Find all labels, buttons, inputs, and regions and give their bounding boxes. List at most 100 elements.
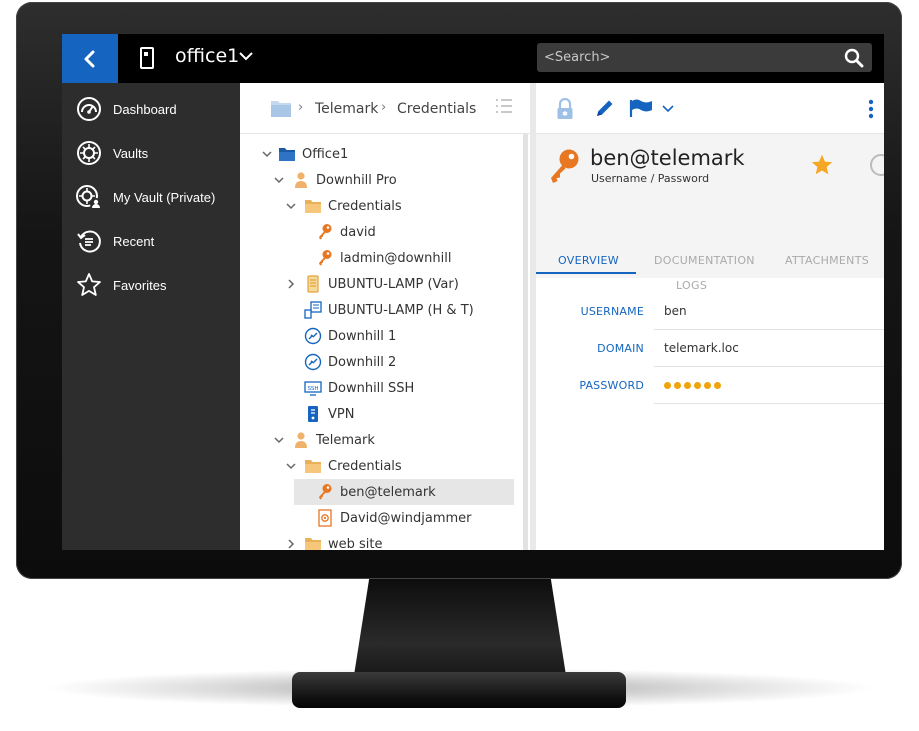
chevron-down-icon[interactable] (272, 173, 286, 187)
tree-item-downhill-2[interactable]: Downhill 2 (304, 349, 514, 375)
tree-item-credentials[interactable]: Credentials (284, 453, 514, 479)
more-vertical-icon[interactable] (868, 99, 874, 119)
sidebar-item-label: Dashboard (113, 101, 177, 117)
svg-text:SSH: SSH (307, 386, 318, 392)
star-icon (75, 271, 103, 299)
tree-item-david[interactable]: david (316, 219, 514, 245)
flag-icon[interactable] (629, 98, 655, 118)
chevron-right-icon[interactable] (284, 537, 298, 550)
tree-item-label: Office1 (302, 146, 349, 162)
tree-item-label: UBUNTU-LAMP (Var) (328, 276, 459, 292)
tree-item-office1[interactable]: Office1 (260, 141, 514, 167)
chevron-down-icon[interactable] (662, 104, 674, 113)
entry-toolbar (536, 83, 884, 134)
password-dot (684, 382, 691, 389)
breadcrumb-separator: › (381, 100, 387, 115)
tree-item-vpn[interactable]: VPN (304, 401, 514, 427)
tab-overview[interactable]: OVERVIEW (558, 254, 619, 267)
favorite-star-icon[interactable] (810, 153, 834, 177)
key-icon (316, 249, 334, 267)
tree-item-david-windjammer[interactable]: David@windjammer (316, 505, 514, 531)
folder-icon[interactable] (270, 98, 292, 118)
tree-item-downhill-pro[interactable]: Downhill Pro (272, 167, 514, 193)
vault-icon (140, 47, 154, 69)
tab-documentation[interactable]: DOCUMENTATION (654, 254, 755, 267)
sidebar-item-label: Recent (113, 233, 155, 249)
folder-icon (304, 457, 322, 475)
chevron-down-icon[interactable] (284, 199, 298, 213)
network-icon (304, 301, 322, 319)
tree-scrollbar[interactable] (523, 134, 528, 550)
folder-icon (304, 535, 322, 550)
company-icon (292, 431, 310, 449)
key-icon (316, 483, 334, 501)
folder-icon (304, 197, 322, 215)
sidebar-item-label: Favorites (113, 277, 167, 293)
active-tab-indicator (536, 272, 636, 274)
password-dot (694, 382, 701, 389)
tree-item-downhill-1[interactable]: Downhill 1 (304, 323, 514, 349)
tree-item-ubuntu-lamp-var[interactable]: UBUNTU-LAMP (Var) (284, 271, 514, 297)
chevron-down-icon[interactable] (238, 48, 254, 64)
breadcrumb-item[interactable]: Credentials (397, 101, 476, 117)
sidebar-item-label: Vaults (113, 145, 149, 161)
key-icon (316, 223, 334, 241)
tree-item-label: Downhill 2 (328, 354, 397, 370)
entry-header: ben@telemark Username / Password OVERVIE… (536, 134, 884, 292)
password-dot (714, 382, 721, 389)
field-value-domain[interactable]: telemark.loc (664, 341, 739, 355)
sidebar-item-dashboard[interactable]: Dashboard (62, 89, 240, 129)
tree-item-ubuntu-lamp-ht[interactable]: UBUNTU-LAMP (H & T) (304, 297, 514, 323)
monitor-stand-base (292, 672, 626, 708)
breadcrumb-item[interactable]: Telemark (315, 101, 378, 117)
breadcrumb-separator: › (298, 100, 304, 115)
chevron-down-icon[interactable] (272, 433, 286, 447)
tree-item-downhill-ssh[interactable]: SSH Downhill SSH (304, 375, 514, 401)
lock-icon[interactable] (556, 98, 574, 120)
tree-item-credentials[interactable]: Credentials (284, 193, 514, 219)
tree-item-label: web site (328, 536, 383, 551)
tree-item-web-site[interactable]: web site (284, 531, 514, 550)
edit-icon[interactable] (594, 97, 616, 119)
breadcrumb: › Telemark › Credentials (240, 83, 530, 134)
chevron-right-icon[interactable] (284, 277, 298, 291)
field-value-username[interactable]: ben (664, 304, 687, 318)
ssh-icon: SSH (304, 379, 322, 397)
tree-item-label: UBUNTU-LAMP (H & T) (328, 302, 474, 318)
chevron-left-icon (84, 50, 95, 67)
sidebar-item-recent[interactable]: Recent (62, 221, 240, 261)
sidebar-item-label: My Vault (Private) (113, 189, 216, 205)
field-value-password[interactable] (664, 382, 721, 389)
search-icon[interactable] (844, 48, 864, 68)
chevron-down-icon[interactable] (260, 147, 274, 161)
list-view-icon[interactable] (495, 98, 513, 114)
search-box (537, 43, 872, 72)
remote-desktop-icon (304, 327, 322, 345)
tree-item-label: Credentials (328, 198, 402, 214)
stage: office1 Dashboard (0, 0, 919, 731)
search-input[interactable] (537, 43, 827, 72)
back-button[interactable] (62, 34, 118, 83)
tree-item-telemark[interactable]: Telemark (272, 427, 514, 453)
tree-item-label: Credentials (328, 458, 402, 474)
field-label-password: PASSWORD (579, 379, 644, 392)
sidebar-item-favorites[interactable]: Favorites (62, 265, 240, 305)
tab-attachments[interactable]: ATTACHMENTS (785, 254, 869, 267)
field-label-username: USERNAME (580, 305, 644, 318)
navigation-tree-panel: › Telemark › Credentials Office1 Downhil (240, 83, 530, 550)
tree-item-label: david (340, 224, 376, 240)
tree-item-ben-telemark[interactable]: ben@telemark (294, 479, 514, 505)
folder-blue-icon (278, 145, 296, 163)
tab-logs[interactable]: LOGS (676, 279, 707, 292)
tree-item-label: ladmin@downhill (340, 250, 452, 266)
sidebar-item-vaults[interactable]: Vaults (62, 133, 240, 173)
tree-item-label: Telemark (316, 432, 375, 448)
vault-name[interactable]: office1 (175, 45, 239, 67)
tree-item-label: Downhill SSH (328, 380, 415, 396)
sidebar-item-my-vault[interactable]: My Vault (Private) (62, 177, 240, 217)
chevron-down-icon[interactable] (284, 459, 298, 473)
tree-item-label: ben@telemark (340, 484, 436, 500)
tree-item-ladmin-downhill[interactable]: ladmin@downhill (316, 245, 514, 271)
dashboard-icon (75, 95, 103, 123)
clock-icon[interactable] (870, 154, 884, 176)
